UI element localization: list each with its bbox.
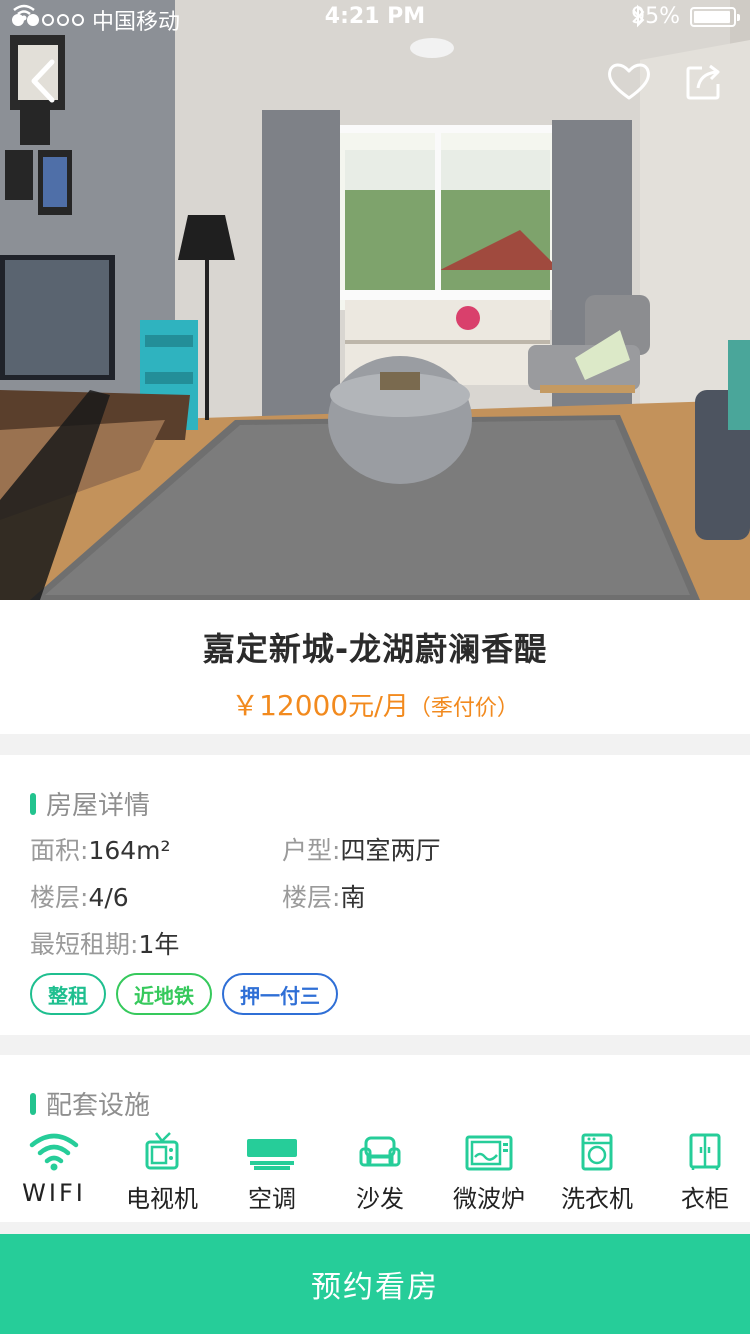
floor-label: 楼层: — [30, 883, 89, 912]
details-section-header: 房屋详情 — [30, 785, 150, 822]
price-unit: 元/月 — [348, 692, 409, 722]
tag-near-subway: 近地铁 — [116, 973, 212, 1015]
wardrobe-icon — [689, 1133, 721, 1170]
facility-label: 洗衣机 — [561, 1185, 633, 1213]
feature-tags: 整租 近地铁 押一付三 — [30, 973, 338, 1015]
chevron-left-icon — [31, 59, 55, 103]
facilities-card: 配套设施 WIFI 电视机 空调 沙发 微波炉 洗衣机 衣柜 — [0, 1055, 750, 1222]
rental-term-value: 1年 — [138, 930, 180, 959]
tag-whole-rent: 整租 — [30, 973, 106, 1015]
wifi-icon — [29, 1133, 79, 1171]
facility-label: 空调 — [248, 1185, 296, 1213]
price-amount: ￥12000 — [231, 689, 349, 722]
area-value: 164m² — [88, 836, 171, 865]
washing-machine-icon — [581, 1133, 613, 1171]
rental-term-label: 最短租期: — [30, 930, 139, 959]
facility-label: 电视机 — [126, 1185, 198, 1213]
tv-icon — [145, 1132, 179, 1170]
facility-sofa: 沙发 — [326, 1127, 434, 1214]
status-bar-right: 95% — [631, 4, 740, 29]
section-marker — [30, 1092, 36, 1115]
floor-value: 4/6 — [88, 883, 129, 912]
facility-washing-machine: 洗衣机 — [543, 1127, 651, 1214]
orientation-value: 南 — [340, 883, 366, 912]
share-button[interactable] — [684, 60, 726, 102]
back-button[interactable] — [22, 56, 66, 106]
section-marker — [30, 792, 36, 815]
sofa-icon — [359, 1136, 401, 1167]
share-icon — [686, 64, 720, 100]
layout-label: 户型: — [282, 836, 341, 865]
house-details-card: 房屋详情 面积:164m² 户型:四室两厅 楼层:4/6 楼层:南 最短租期:1… — [0, 755, 750, 1035]
facilities-section-title: 配套设施 — [46, 1091, 151, 1121]
favorite-button[interactable] — [606, 58, 652, 104]
listing-title: 嘉定新城-龙湖蔚澜香醍 — [202, 630, 548, 668]
facility-label: 微波炉 — [453, 1185, 525, 1213]
details-section-title: 房屋详情 — [46, 791, 151, 821]
facilities-section-header: 配套设施 — [30, 1085, 150, 1122]
facility-wardrobe: 衣柜 — [651, 1127, 750, 1214]
area-row: 面积:164m² — [30, 831, 171, 867]
facility-tv: 电视机 — [108, 1127, 216, 1214]
facility-microwave: 微波炉 — [435, 1127, 543, 1214]
battery-icon — [690, 6, 740, 27]
status-bar: 中国移动 4:21 PM 95% — [0, 0, 750, 36]
facility-label: 衣柜 — [681, 1185, 729, 1213]
orientation-label: 楼层: — [282, 883, 341, 912]
bluetooth-icon — [632, 4, 645, 28]
heart-icon — [608, 63, 650, 100]
listing-summary: 嘉定新城-龙湖蔚澜香醍 ￥12000元/月（季付价） — [0, 600, 750, 734]
facility-wifi: WIFI — [0, 1127, 108, 1207]
orientation-row: 楼层:南 — [282, 878, 365, 914]
tag-payment-terms: 押一付三 — [222, 973, 338, 1015]
listing-photo[interactable]: 中国移动 4:21 PM 95% — [0, 0, 750, 600]
floor-row: 楼层:4/6 — [30, 878, 129, 914]
battery-level — [694, 10, 730, 23]
area-label: 面积: — [30, 836, 89, 865]
microwave-icon — [465, 1135, 513, 1171]
rental-term-row: 最短租期:1年 — [30, 925, 179, 961]
facility-list: WIFI 电视机 空调 沙发 微波炉 洗衣机 衣柜 — [0, 1127, 750, 1217]
facility-label: WIFI — [22, 1179, 86, 1207]
layout-value: 四室两厅 — [340, 836, 441, 865]
price-note: （季付价） — [408, 696, 519, 721]
price-line: ￥12000元/月（季付价） — [0, 684, 750, 724]
facility-air-conditioner: 空调 — [218, 1127, 326, 1214]
layout-row: 户型:四室两厅 — [282, 831, 440, 867]
air-conditioner-icon — [247, 1139, 297, 1170]
book-viewing-button[interactable]: 预约看房 — [0, 1234, 750, 1334]
facility-label: 沙发 — [356, 1185, 404, 1213]
